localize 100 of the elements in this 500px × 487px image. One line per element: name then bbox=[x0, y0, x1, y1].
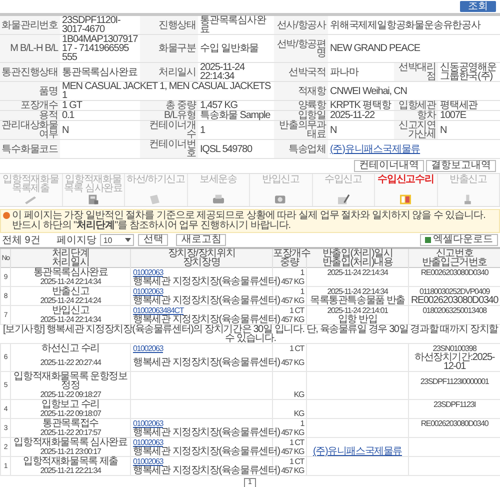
table-link[interactable]: 01002063 bbox=[133, 344, 163, 353]
field-label: 컨테이너번호 bbox=[148, 139, 196, 159]
table-cell: 2025-11-24 22:14:34 bbox=[327, 287, 388, 296]
table-cell: 1 CT bbox=[289, 344, 304, 353]
field-value: 1B04MAP130791717 - 7141966595 555 bbox=[62, 34, 138, 63]
table-cell: 1 bbox=[300, 419, 304, 428]
table-cell: 2025-11-22 20:17:57 bbox=[40, 428, 101, 437]
table-cell: 1 bbox=[300, 268, 304, 277]
field-label: 특수화물코드 bbox=[2, 144, 58, 154]
field-value: 파나마 bbox=[330, 66, 358, 78]
table-cell: 2025-11-24 22:14:34 bbox=[40, 315, 101, 324]
table-cell: 457 KG bbox=[281, 296, 304, 305]
search-button[interactable]: 조회 bbox=[460, 1, 496, 12]
field-label: 용적 bbox=[39, 110, 58, 121]
field-value: 0.1 bbox=[62, 110, 74, 121]
field-label: 총 중량 bbox=[166, 100, 196, 111]
field-value: 2025-11-22 bbox=[330, 110, 374, 121]
table-cell: 2025-11-24 22:14:34 bbox=[40, 277, 101, 286]
table-link[interactable]: 01002063 bbox=[133, 457, 163, 466]
field-value: 신동공영해운그룹한국(주) bbox=[440, 62, 496, 82]
table-cell: 23SDPF1123I0000001 bbox=[420, 376, 489, 386]
table-cell: 반출신고 bbox=[52, 286, 90, 297]
table-link[interactable]: 01002063 bbox=[133, 268, 163, 277]
field-label: M B/L-H B/L bbox=[10, 43, 58, 54]
field-label: B/L유형 bbox=[164, 110, 196, 121]
table-cell: 통관목록접수 bbox=[42, 418, 98, 429]
field-label: 입항일 bbox=[298, 110, 326, 121]
field-value: MEN CASUAL JACKET 1, MEN CASUAL JACKETS 1 bbox=[62, 81, 271, 101]
field-value: CNWEI Weihai, CN bbox=[330, 86, 407, 96]
field-label: 통관진행상태 bbox=[2, 66, 58, 78]
table-cell: 입항 반입 bbox=[338, 314, 378, 325]
column-header: 처리일시 bbox=[52, 257, 90, 268]
detail-button[interactable]: 결항보고내역 bbox=[426, 160, 496, 172]
field-label: 반출의무과태료 bbox=[278, 120, 326, 140]
field-label: 선사/항공사 bbox=[276, 20, 326, 30]
table-cell: RE0026203080D0340 bbox=[420, 419, 488, 428]
table-cell: 1 CT bbox=[289, 457, 304, 466]
field-value: NEW GRAND PEACE bbox=[330, 43, 420, 54]
table-link[interactable]: 01002063 bbox=[133, 419, 163, 428]
table-link[interactable]: 01002063 bbox=[133, 287, 163, 296]
field-label: 적재항 bbox=[298, 86, 326, 96]
total-count: 전체 9건 bbox=[2, 236, 40, 244]
column-header: 반출입근거번호 bbox=[422, 257, 488, 268]
field-label: 입항세관 bbox=[398, 100, 436, 111]
table-cell: 457 KG bbox=[281, 428, 304, 437]
field-label: 관리대상화물여부 bbox=[2, 120, 58, 140]
process-step[interactable]: 수입신고수리 bbox=[375, 174, 438, 206]
caret-icon bbox=[125, 238, 132, 242]
column-header: 장치장/장치위치 bbox=[168, 248, 236, 259]
table-cell: 하선장치기간:2025-12-01 bbox=[414, 352, 494, 372]
field-value: 수입 일반화물 bbox=[200, 43, 259, 54]
column-header: 반출입(처리)내용 bbox=[322, 257, 393, 268]
table-cell: 2025-11-22 09:18:27 bbox=[40, 390, 101, 399]
field-value: 특송화물 Sample bbox=[200, 110, 270, 121]
column-header: 장치장명 bbox=[182, 257, 220, 268]
field-value: 23SDPF1120I-3017-4670 bbox=[62, 15, 120, 35]
excel-download-button[interactable]: 엑셀다운로드 bbox=[420, 234, 498, 246]
field-label: 진행상태 bbox=[158, 20, 196, 30]
table-cell: 입항보고 수리 bbox=[42, 399, 100, 410]
field-value: KRPTK 평택항 bbox=[330, 100, 391, 111]
field-value: 1 bbox=[200, 124, 205, 136]
refresh-button[interactable]: 새로고침 bbox=[176, 234, 226, 246]
page-size-select[interactable]: 10 bbox=[100, 234, 134, 246]
field-value: 1007E bbox=[440, 110, 466, 121]
table-cell: 01180030252DVP0409 bbox=[420, 287, 490, 296]
field-label: 양륙항 bbox=[298, 100, 326, 111]
table-link[interactable]: 01002063484CT bbox=[133, 306, 184, 315]
table-cell: 행복세관 지정장치장(육송물류센터) bbox=[133, 427, 280, 438]
select-button[interactable]: 선택 bbox=[138, 234, 168, 246]
field-value: 위해국제제일항공화물운송유한공사 bbox=[330, 20, 480, 30]
table-cell: 행복세관 지정장치장(육송물류센터) bbox=[133, 356, 280, 368]
field-label: 특송업체 bbox=[288, 144, 326, 154]
table-cell: 하선신고 수리 bbox=[42, 343, 100, 354]
field-value: 평택세관 bbox=[440, 100, 478, 111]
table-cell: 입항적재화물목록 심사완료 bbox=[14, 437, 128, 448]
table-cell: 2025-11-24 22:14:34 bbox=[327, 268, 388, 277]
table-cell: KG bbox=[294, 390, 304, 399]
column-header: 중량 bbox=[280, 257, 299, 268]
table-link[interactable]: (주)유니패스국제물류 bbox=[313, 446, 402, 457]
agent-link[interactable]: (주)유니패스국제물류 bbox=[330, 144, 420, 154]
table-link[interactable]: 01002063 bbox=[133, 438, 163, 447]
field-label: 선박/항공편명 bbox=[276, 38, 326, 58]
field-value: 2025-11-24 22:14:34 bbox=[200, 62, 244, 82]
table-cell: 2025-11-21 23:00:17 bbox=[40, 447, 101, 456]
table-cell: 행복세관 지정장치장(육송물류센터) bbox=[133, 295, 280, 306]
field-label: 컨테이너개수 bbox=[148, 120, 196, 140]
table-cell: 2025-11-22 09:18:07 bbox=[40, 409, 101, 418]
table-cell: 457 KG bbox=[281, 466, 304, 475]
field-label: 품명 bbox=[39, 86, 58, 96]
detail-button[interactable]: 컨테이너내역 bbox=[354, 160, 424, 172]
printer-icon bbox=[212, 194, 225, 205]
field-label: 포장개수 bbox=[20, 100, 58, 111]
table-cell: 행복세관 지정장치장(육송물류센터) bbox=[133, 465, 280, 476]
table-cell: 2025-11-24 22:14:24 bbox=[40, 296, 101, 305]
table-cell: 통관목록심사완료 bbox=[33, 267, 108, 278]
table-cell: 01802063250013408 bbox=[422, 306, 486, 315]
table-cell: RE0026203080D0340 bbox=[420, 268, 488, 277]
table-cell: 입항적재화물목록 제출 bbox=[22, 456, 118, 467]
field-label: 처리일시 bbox=[158, 66, 196, 78]
field-label: 선박대리점 bbox=[398, 62, 436, 82]
